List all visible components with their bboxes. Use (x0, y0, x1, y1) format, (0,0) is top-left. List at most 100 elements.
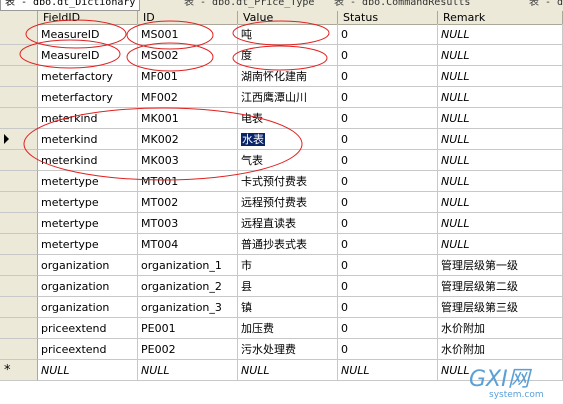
cell-value[interactable]: 县 (238, 276, 338, 297)
row-selector[interactable] (0, 234, 38, 255)
cell-fieldid[interactable]: meterfactory (38, 87, 138, 108)
row-selector[interactable] (0, 297, 38, 318)
row-selector[interactable] (0, 339, 38, 360)
cell-value[interactable]: 气表 (238, 150, 338, 171)
cell-status[interactable]: 0 (338, 108, 438, 129)
row-selector[interactable]: * (0, 360, 38, 381)
cell-id[interactable]: organization_3 (138, 297, 238, 318)
cell-remark[interactable]: NULL (438, 234, 563, 255)
cell-remark[interactable]: NULL (438, 87, 563, 108)
cell-id[interactable]: organization_1 (138, 255, 238, 276)
cell-id[interactable]: NULL (138, 360, 238, 381)
cell-fieldid[interactable]: metertype (38, 192, 138, 213)
table-row[interactable]: metertype MT001 卡式预付费表 0 NULL (0, 171, 563, 192)
cell-value[interactable]: 江西鹰潭山川 (238, 87, 338, 108)
tab-0[interactable]: 表 - dbo.dt_Dictionary (0, 0, 141, 11)
cell-status[interactable]: NULL (338, 360, 438, 381)
cell-status[interactable]: 0 (338, 297, 438, 318)
row-selector[interactable] (0, 318, 38, 339)
cell-id[interactable]: PE001 (138, 318, 238, 339)
cell-value[interactable]: 电表 (238, 108, 338, 129)
cell-status[interactable]: 0 (338, 24, 438, 45)
cell-fieldid[interactable]: metertype (38, 171, 138, 192)
cell-value[interactable]: 卡式预付费表 (238, 171, 338, 192)
tab-3[interactable]: 表 - dbo (525, 0, 563, 10)
row-selector[interactable] (0, 87, 38, 108)
table-row[interactable]: metertype MT004 普通抄表式表 0 NULL (0, 234, 563, 255)
row-selector[interactable] (0, 255, 38, 276)
cell-id[interactable]: MK002 (138, 129, 238, 150)
cell-fieldid[interactable]: NULL (38, 360, 138, 381)
table-row[interactable]: meterkind MK001 电表 0 NULL (0, 108, 563, 129)
cell-id[interactable]: MT001 (138, 171, 238, 192)
cell-value[interactable]: 远程直读表 (238, 213, 338, 234)
cell-status[interactable]: 0 (338, 255, 438, 276)
cell-fieldid[interactable]: metertype (38, 234, 138, 255)
cell-id[interactable]: MK001 (138, 108, 238, 129)
cell-value[interactable]: 镇 (238, 297, 338, 318)
table-row[interactable]: meterfactory MF002 江西鹰潭山川 0 NULL (0, 87, 563, 108)
cell-id[interactable]: MT002 (138, 192, 238, 213)
cell-status[interactable]: 0 (338, 66, 438, 87)
cell-value[interactable]: 度 (238, 45, 338, 66)
cell-status[interactable]: 0 (338, 171, 438, 192)
cell-fieldid[interactable]: meterfactory (38, 66, 138, 87)
cell-remark[interactable]: NULL (438, 171, 563, 192)
cell-fieldid[interactable]: meterkind (38, 129, 138, 150)
cell-remark[interactable]: 水价附加 (438, 339, 563, 360)
cell-value[interactable]: 加压费 (238, 318, 338, 339)
cell-remark[interactable]: NULL (438, 150, 563, 171)
column-header-fieldid[interactable]: FieldID (38, 11, 138, 25)
row-selector[interactable] (0, 192, 38, 213)
table-row[interactable]: meterfactory MF001 湖南怀化建南 0 NULL (0, 66, 563, 87)
row-selector[interactable] (0, 129, 38, 150)
table-row[interactable]: meterkind MK003 气表 0 NULL (0, 150, 563, 171)
cell-fieldid[interactable]: priceextend (38, 339, 138, 360)
tab-1[interactable]: 表 - dbo.dt_Price_Type (180, 0, 318, 10)
table-row[interactable]: metertype MT003 远程直读表 0 NULL (0, 213, 563, 234)
cell-remark[interactable]: NULL (438, 66, 563, 87)
cell-fieldid[interactable]: meterkind (38, 108, 138, 129)
row-selector[interactable] (0, 108, 38, 129)
cell-id[interactable]: PE002 (138, 339, 238, 360)
cell-value[interactable]: 吨 (238, 24, 338, 45)
cell-fieldid[interactable]: MeasureID (38, 45, 138, 66)
row-selector[interactable] (0, 150, 38, 171)
cell-fieldid[interactable]: priceextend (38, 318, 138, 339)
cell-value[interactable]: 湖南怀化建南 (238, 66, 338, 87)
cell-remark[interactable]: NULL (438, 24, 563, 45)
cell-id[interactable]: organization_2 (138, 276, 238, 297)
cell-status[interactable]: 0 (338, 276, 438, 297)
cell-value[interactable]: NULL (238, 360, 338, 381)
table-row[interactable]: metertype MT002 远程预付费表 0 NULL (0, 192, 563, 213)
cell-id[interactable]: MF001 (138, 66, 238, 87)
row-selector[interactable] (0, 24, 38, 45)
cell-fieldid[interactable]: organization (38, 276, 138, 297)
column-header-id[interactable]: ID (138, 11, 238, 25)
selected-cell-text[interactable]: 水表 (241, 133, 265, 146)
table-row[interactable]: organization organization_1 市 0 管理层级第一级 (0, 255, 563, 276)
cell-status[interactable]: 0 (338, 339, 438, 360)
cell-remark[interactable]: NULL (438, 213, 563, 234)
cell-id[interactable]: MS002 (138, 45, 238, 66)
cell-value[interactable]: 普通抄表式表 (238, 234, 338, 255)
cell-status[interactable]: 0 (338, 192, 438, 213)
cell-status[interactable]: 0 (338, 213, 438, 234)
row-selector[interactable] (0, 276, 38, 297)
table-row[interactable]: MeasureID MS002 度 0 NULL (0, 45, 563, 66)
cell-value[interactable]: 远程预付费表 (238, 192, 338, 213)
table-row[interactable]: meterkind MK002 水表 0 NULL (0, 129, 563, 150)
table-row[interactable]: MeasureID MS001 吨 0 NULL (0, 24, 563, 45)
grid-corner[interactable] (0, 11, 38, 25)
row-selector[interactable] (0, 171, 38, 192)
table-row[interactable]: organization organization_2 县 0 管理层级第二级 (0, 276, 563, 297)
cell-status[interactable]: 0 (338, 150, 438, 171)
table-row[interactable]: priceextend PE002 污水处理费 0 水价附加 (0, 339, 563, 360)
cell-status[interactable]: 0 (338, 87, 438, 108)
cell-remark[interactable]: NULL (438, 45, 563, 66)
cell-id[interactable]: MT004 (138, 234, 238, 255)
cell-status[interactable]: 0 (338, 45, 438, 66)
cell-remark[interactable]: 管理层级第二级 (438, 276, 563, 297)
cell-status[interactable]: 0 (338, 318, 438, 339)
cell-remark[interactable]: 管理层级第三级 (438, 297, 563, 318)
